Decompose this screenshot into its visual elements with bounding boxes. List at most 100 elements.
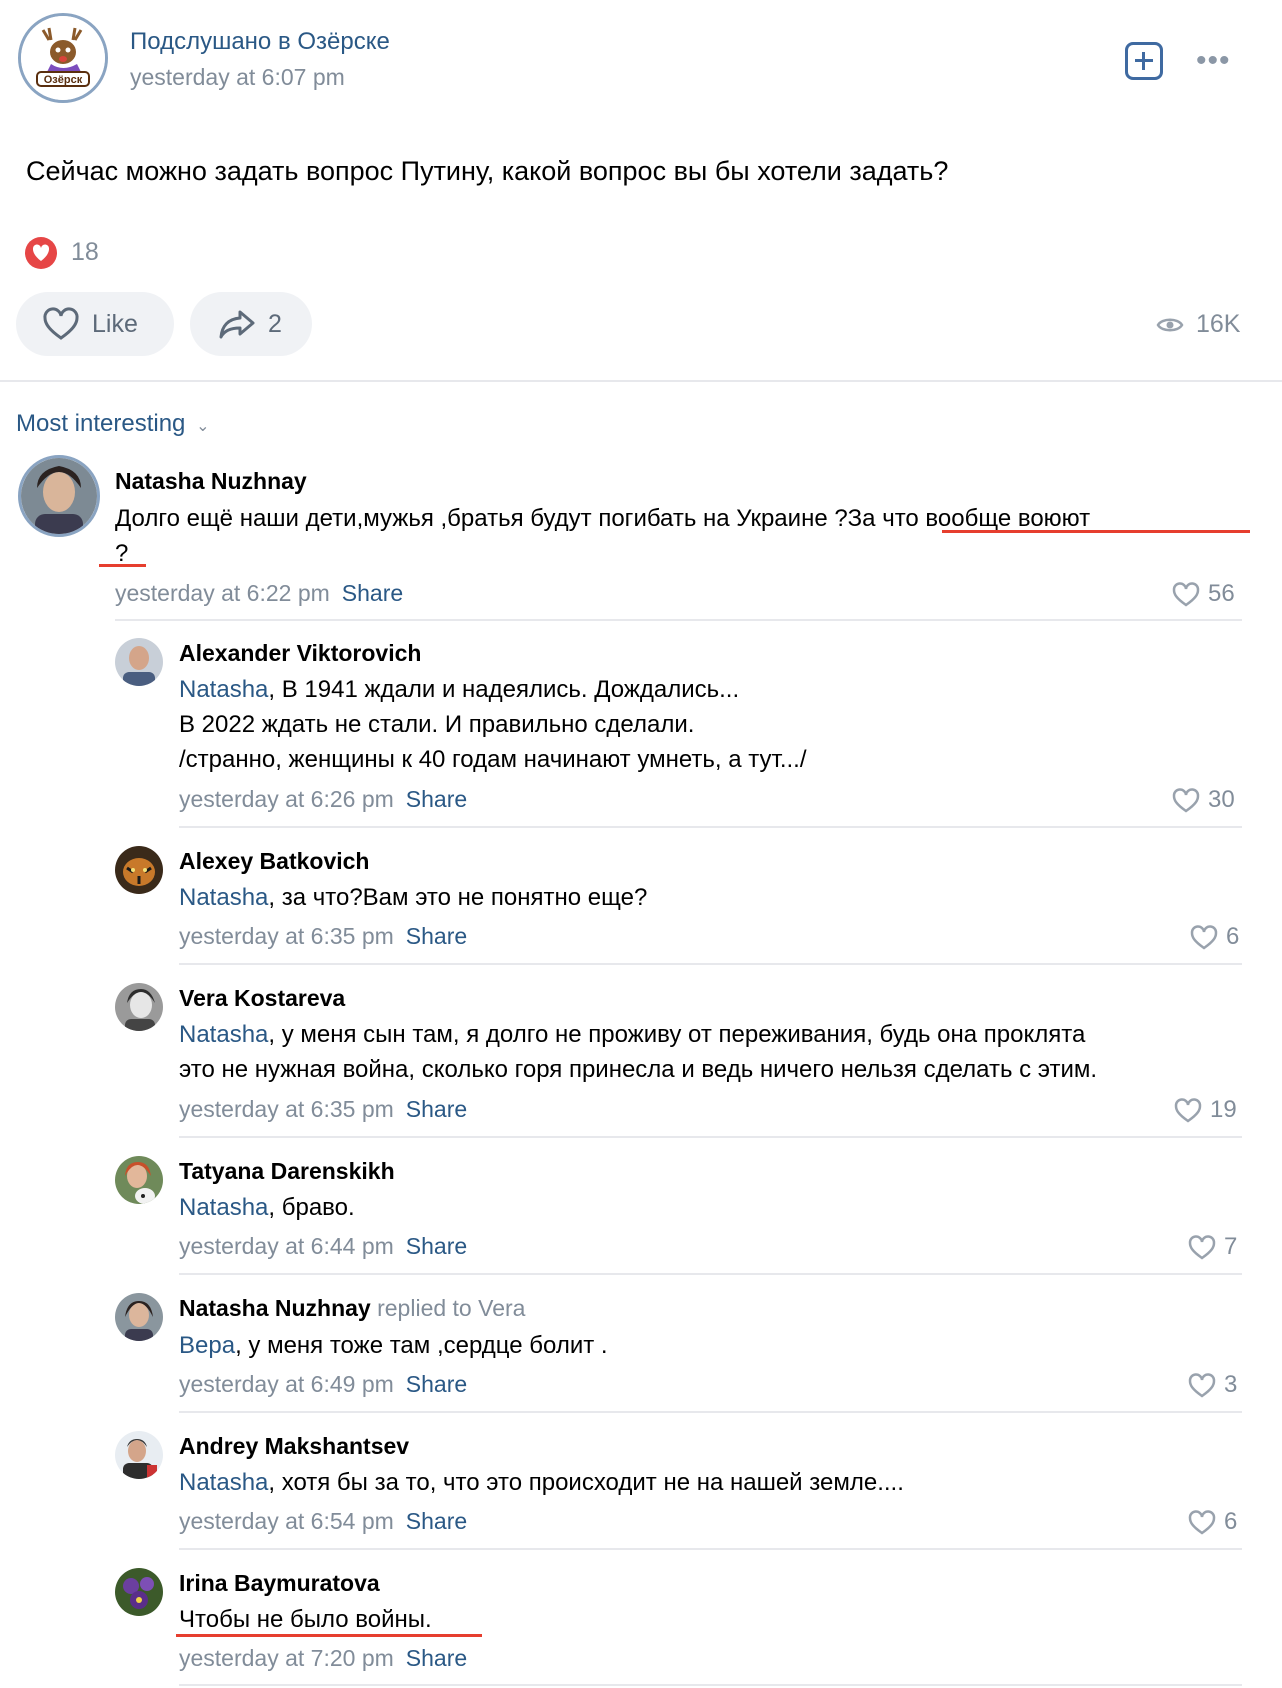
comment-likes: 56 [1208, 580, 1235, 607]
comment-likes: 30 [1208, 786, 1235, 813]
post-text: Сейчас можно задать вопрос Путину, какой… [26, 156, 949, 186]
comment-author[interactable]: Tatyana Darenskikh [179, 1158, 395, 1185]
share-link[interactable]: Share [406, 923, 467, 949]
eye-icon [1156, 318, 1184, 331]
heart-reaction-icon[interactable] [25, 237, 57, 269]
mention-link[interactable]: Natasha [179, 1021, 268, 1048]
group-avatar[interactable]: Озёрск [18, 13, 108, 103]
mention-link[interactable]: Natasha [179, 1469, 268, 1496]
comment-text: Natasha, за что?Вам это не понятно еще? [179, 884, 648, 911]
avatar[interactable] [115, 1156, 163, 1204]
avatar[interactable] [115, 1568, 163, 1616]
like-label: Like [92, 309, 138, 338]
chevron-down-icon: ⌄ [196, 418, 210, 435]
comment-like-button[interactable]: 56 [1172, 580, 1235, 608]
comment-time[interactable]: yesterday at 6:49 pm [179, 1371, 394, 1397]
share-arrow-icon [219, 310, 255, 339]
add-icon[interactable] [1125, 42, 1163, 80]
mention-link[interactable]: Natasha [179, 676, 268, 703]
comment-divider [179, 963, 1242, 965]
comment-meta: yesterday at 6:54 pm Share [179, 1508, 467, 1535]
comment-time[interactable]: yesterday at 6:22 pm [115, 580, 330, 606]
mention-link[interactable]: Natasha [179, 884, 268, 911]
comment-likes: 7 [1224, 1233, 1238, 1260]
comment-likes: 6 [1226, 923, 1240, 950]
heart-outline-icon [1190, 924, 1218, 950]
avatar[interactable] [115, 846, 163, 894]
avatar[interactable] [115, 1431, 163, 1479]
comment-text: Natasha, браво. [179, 1194, 355, 1221]
comment-divider [179, 826, 1242, 828]
share-link[interactable]: Share [342, 580, 403, 606]
comment-time[interactable]: yesterday at 6:44 pm [179, 1233, 394, 1259]
sort-label: Most interesting [16, 410, 186, 437]
avatar[interactable] [115, 638, 163, 686]
comment-meta: yesterday at 6:49 pm Share [179, 1371, 467, 1398]
comment-divider [179, 1548, 1242, 1550]
share-link[interactable]: Share [406, 1508, 467, 1534]
comment-divider [115, 619, 1242, 621]
more-icon[interactable]: ••• [1196, 44, 1231, 78]
share-link[interactable]: Share [406, 1096, 467, 1122]
group-logo-text: Озёрск [44, 74, 83, 86]
heart-outline-icon [1188, 1509, 1216, 1535]
comment-like-button[interactable]: 6 [1188, 1508, 1237, 1536]
comment-likes: 6 [1224, 1508, 1238, 1535]
mention-link[interactable]: Вера [179, 1332, 235, 1359]
comment-time[interactable]: yesterday at 6:54 pm [179, 1508, 394, 1534]
comment-text: Чтобы не было войны. [179, 1606, 432, 1633]
share-link[interactable]: Share [406, 1645, 467, 1671]
comment-meta: yesterday at 7:20 pm Share [179, 1645, 467, 1672]
heart-outline-icon [1188, 1234, 1216, 1260]
comment-author[interactable]: Alexey Batkovich [179, 848, 369, 875]
sort-dropdown[interactable]: Most interesting ⌄ [16, 410, 209, 438]
mention-link[interactable]: Natasha [179, 1194, 268, 1221]
comment-meta: yesterday at 6:26 pm Share [179, 786, 467, 813]
share-link[interactable]: Share [406, 1371, 467, 1397]
comment-meta: yesterday at 6:35 pm Share [179, 1096, 467, 1123]
comment-like-button[interactable]: 6 [1190, 923, 1239, 951]
comment-like-button[interactable]: 19 [1174, 1096, 1237, 1124]
replied-to-label[interactable]: replied to Vera [377, 1295, 525, 1321]
highlight-underline [942, 530, 1250, 533]
heart-outline-icon [1174, 1097, 1202, 1123]
avatar[interactable] [115, 983, 163, 1031]
comment-text: Вера, у меня тоже там ,сердце болит . [179, 1332, 608, 1359]
comment-time[interactable]: yesterday at 6:35 pm [179, 1096, 394, 1122]
comment-likes: 19 [1210, 1096, 1237, 1123]
comment-text: Natasha, В 1941 ждали и надеялись. Дожда… [179, 676, 740, 703]
heart-outline-icon [1172, 787, 1200, 813]
comment-text: Natasha, у меня сын там, я долго не прож… [179, 1021, 1086, 1048]
comment-author[interactable]: Natasha Nuzhnay [115, 468, 307, 495]
views-count: 16K [1156, 310, 1240, 339]
comment-like-button[interactable]: 7 [1188, 1233, 1237, 1261]
group-name[interactable]: Подслушано в Озёрске [130, 28, 390, 56]
share-link[interactable]: Share [406, 786, 467, 812]
comment-author[interactable]: Vera Kostareva [179, 985, 345, 1012]
comment-text-cont: В 2022 ждать не стали. И правильно сдела… [179, 711, 695, 738]
avatar[interactable] [115, 1293, 163, 1341]
comment-time[interactable]: yesterday at 7:20 pm [179, 1645, 394, 1671]
share-button[interactable]: 2 [190, 292, 312, 356]
comment-author[interactable]: Andrey Makshantsev [179, 1433, 409, 1460]
post-time[interactable]: yesterday at 6:07 pm [130, 64, 345, 91]
comment-likes: 3 [1224, 1371, 1238, 1398]
comment-text: Natasha, хотя бы за то, что это происход… [179, 1469, 904, 1496]
comment-author[interactable]: Natasha Nuzhnay [179, 1295, 371, 1321]
like-button[interactable]: Like [16, 292, 174, 356]
comment-like-button[interactable]: 3 [1188, 1371, 1237, 1399]
share-link[interactable]: Share [406, 1233, 467, 1259]
avatar[interactable] [18, 455, 100, 537]
comment-like-button[interactable]: 30 [1172, 786, 1235, 814]
comment-text-cont: /странно, женщины к 40 годам начинают ум… [179, 746, 807, 773]
comment-header: Natasha Nuzhnay replied to Vera [179, 1295, 525, 1322]
comment-meta: yesterday at 6:44 pm Share [179, 1233, 467, 1260]
comment-time[interactable]: yesterday at 6:35 pm [179, 923, 394, 949]
comment-author[interactable]: Alexander Viktorovich [179, 640, 421, 667]
comment-time[interactable]: yesterday at 6:26 pm [179, 786, 394, 812]
comment-divider [179, 1136, 1242, 1138]
reactions-count[interactable]: 18 [71, 238, 99, 267]
comment-author[interactable]: Irina Baymuratova [179, 1570, 380, 1597]
heart-outline-icon [1188, 1372, 1216, 1398]
heart-outline-icon [43, 307, 79, 340]
